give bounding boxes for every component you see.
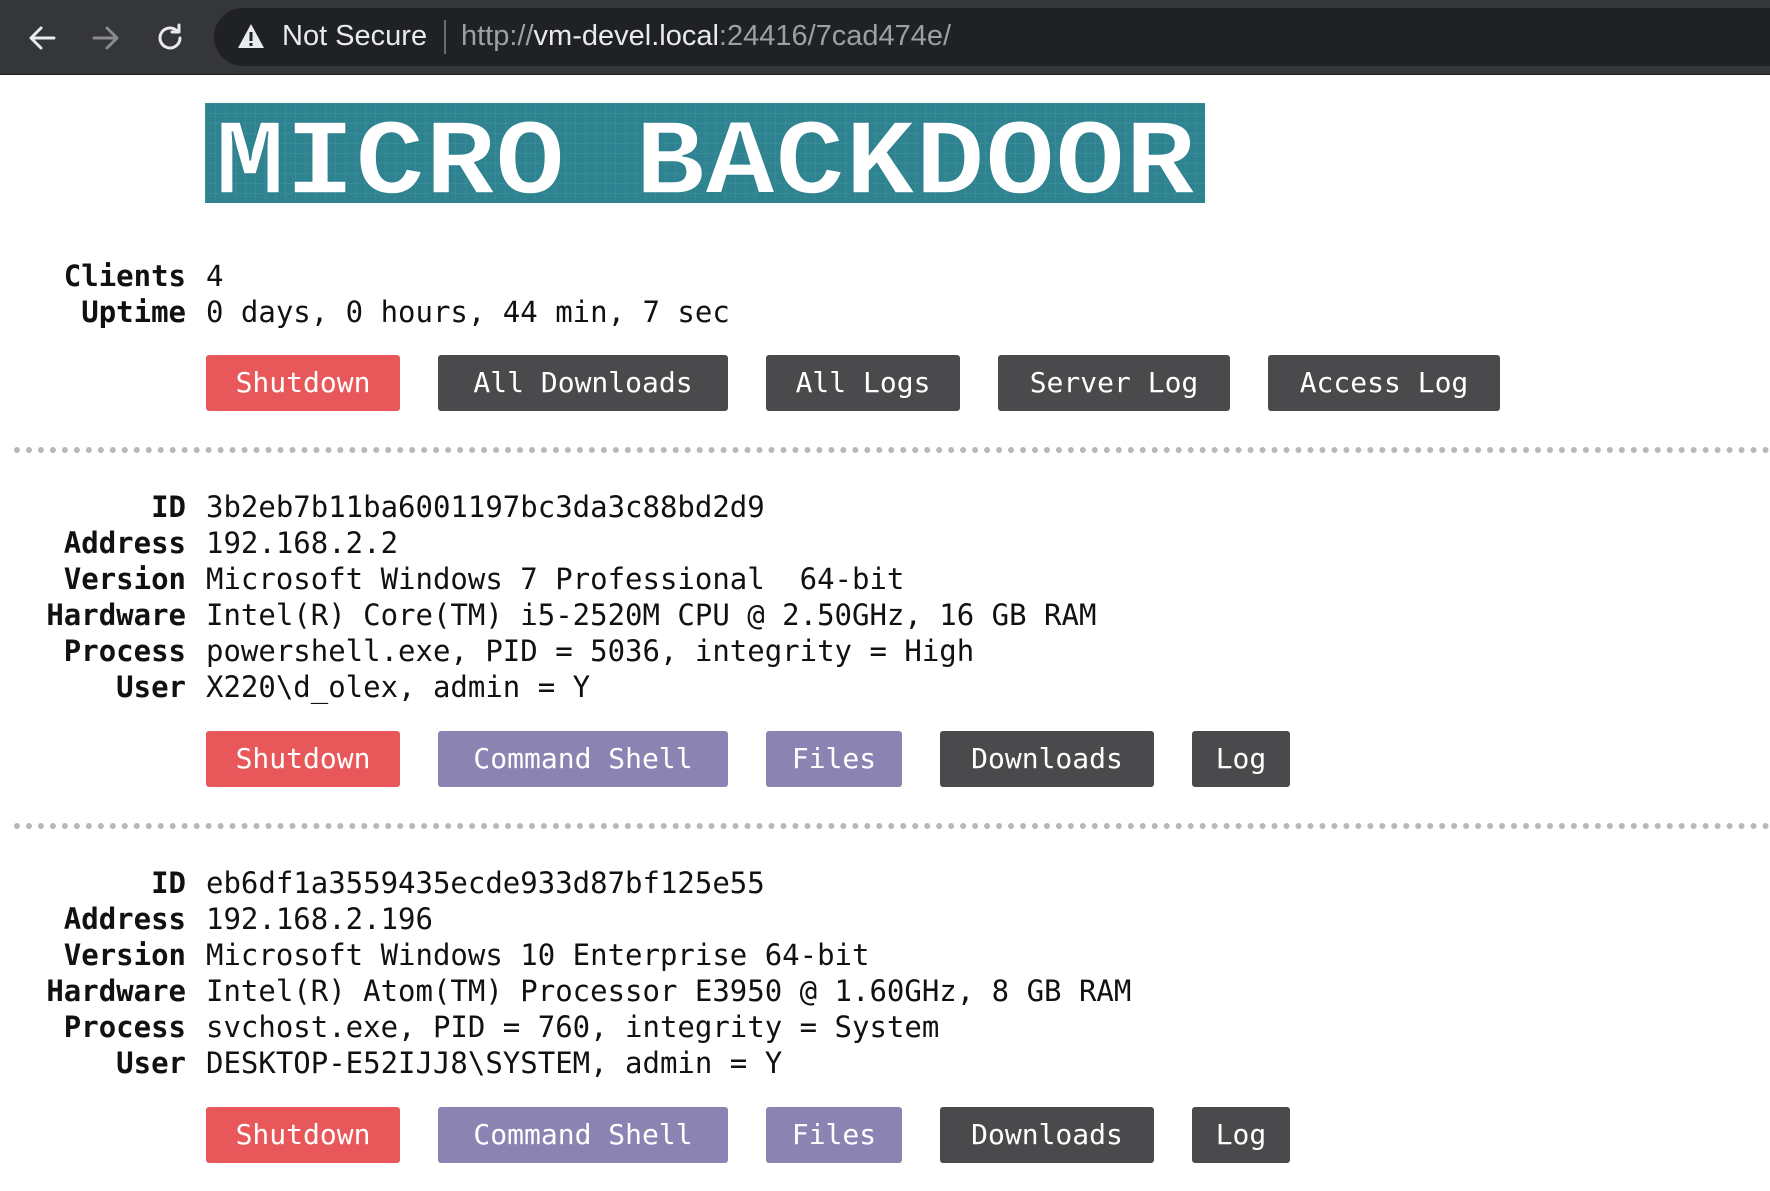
user-label: User	[116, 1046, 186, 1080]
client-version: Microsoft Windows 10 Enterprise 64-bit	[206, 938, 870, 972]
process-label: Process	[63, 1010, 186, 1044]
security-indicator[interactable]: Not Secure	[282, 20, 427, 53]
clients-label: Clients	[63, 259, 186, 293]
client-shutdown-button[interactable]: Shutdown	[206, 1107, 400, 1163]
hardware-label: Hardware	[46, 974, 186, 1008]
client-address: 192.168.2.196	[206, 902, 433, 936]
client-address: 192.168.2.2	[206, 526, 399, 560]
client-address-row: Address 192.168.2.196	[0, 901, 1131, 937]
id-label: ID	[151, 866, 186, 900]
client-version: Microsoft Windows 7 Professional 64-bit	[206, 562, 905, 596]
url-host: vm-devel.local	[533, 20, 719, 52]
client-user-row: User X220\d_olex, admin = Y	[0, 669, 1096, 705]
url-text[interactable]: http://vm-devel.local:24416/7cad474e/	[461, 20, 951, 53]
uptime-row: Uptime 0 days, 0 hours, 44 min, 7 sec	[0, 294, 730, 330]
page-content: MICRO BACKDOOR Clients 4 Uptime 0 days, …	[0, 75, 1770, 1191]
client-hardware: Intel(R) Atom(TM) Processor E3950 @ 1.60…	[206, 974, 1132, 1008]
client-id-row: ID eb6df1a3559435ecde933d87bf125e55	[0, 865, 1131, 901]
forward-button[interactable]	[86, 18, 126, 58]
client-address-row: Address 192.168.2.2	[0, 525, 1096, 561]
downloads-button[interactable]: Downloads	[940, 731, 1154, 787]
client-card: ID eb6df1a3559435ecde933d87bf125e55 Addr…	[0, 865, 1131, 1081]
files-button[interactable]: Files	[766, 731, 902, 787]
server-shutdown-button[interactable]: Shutdown	[206, 355, 400, 411]
id-label: ID	[151, 490, 186, 524]
client-id-row: ID 3b2eb7b11ba6001197bc3da3c88bd2d9	[0, 489, 1096, 525]
client-card: ID 3b2eb7b11ba6001197bc3da3c88bd2d9 Addr…	[0, 489, 1096, 705]
clients-row: Clients 4	[0, 258, 730, 294]
command-shell-button[interactable]: Command Shell	[438, 1107, 728, 1163]
client-id: 3b2eb7b11ba6001197bc3da3c88bd2d9	[206, 490, 765, 524]
all-logs-button[interactable]: All Logs	[766, 355, 960, 411]
address-label: Address	[63, 526, 186, 560]
uptime-label: Uptime	[81, 295, 186, 329]
client-user: X220\d_olex, admin = Y	[206, 670, 591, 704]
client-hardware-row: Hardware Intel(R) Core(TM) i5-2520M CPU …	[0, 597, 1096, 633]
server-info: Clients 4 Uptime 0 days, 0 hours, 44 min…	[0, 258, 730, 330]
client-process: powershell.exe, PID = 5036, integrity = …	[206, 634, 975, 668]
reload-icon	[158, 23, 182, 50]
client-shutdown-button[interactable]: Shutdown	[206, 731, 400, 787]
log-button[interactable]: Log	[1192, 731, 1290, 787]
version-label: Version	[63, 938, 186, 972]
url-scheme: http://	[461, 20, 534, 52]
micro-backdoor-logo: MICRO BACKDOOR	[205, 103, 1205, 203]
user-label: User	[116, 670, 186, 704]
client-process-row: Process powershell.exe, PID = 5036, inte…	[0, 633, 1096, 669]
section-divider	[14, 823, 1770, 829]
log-button[interactable]: Log	[1192, 1107, 1290, 1163]
warning-icon	[238, 24, 264, 48]
clients-value: 4	[206, 259, 224, 293]
access-log-button[interactable]: Access Log	[1268, 355, 1500, 411]
address-separator	[444, 20, 446, 54]
logo-text: MICRO BACKDOOR	[215, 104, 1195, 203]
address-label: Address	[63, 902, 186, 936]
client-hardware: Intel(R) Core(TM) i5-2520M CPU @ 2.50GHz…	[206, 598, 1097, 632]
client-process-row: Process svchost.exe, PID = 760, integrit…	[0, 1009, 1131, 1045]
downloads-button[interactable]: Downloads	[940, 1107, 1154, 1163]
server-log-button[interactable]: Server Log	[998, 355, 1230, 411]
command-shell-button[interactable]: Command Shell	[438, 731, 728, 787]
all-downloads-button[interactable]: All Downloads	[438, 355, 728, 411]
url-path: :24416/7cad474e/	[718, 20, 952, 52]
browser-toolbar: Not Secure http://vm-devel.local:24416/7…	[0, 0, 1770, 75]
section-divider	[14, 447, 1770, 453]
address-bar[interactable]: Not Secure http://vm-devel.local:24416/7…	[214, 8, 1770, 66]
reload-button[interactable]	[150, 18, 190, 58]
client-hardware-row: Hardware Intel(R) Atom(TM) Processor E39…	[0, 973, 1131, 1009]
client-user: DESKTOP-E52IJJ8\SYSTEM, admin = Y	[206, 1046, 783, 1080]
client-user-row: User DESKTOP-E52IJJ8\SYSTEM, admin = Y	[0, 1045, 1131, 1081]
forward-arrow-icon	[92, 26, 119, 50]
version-label: Version	[63, 562, 186, 596]
client-version-row: Version Microsoft Windows 7 Professional…	[0, 561, 1096, 597]
client-version-row: Version Microsoft Windows 10 Enterprise …	[0, 937, 1131, 973]
back-arrow-icon	[29, 26, 56, 50]
hardware-label: Hardware	[46, 598, 186, 632]
process-label: Process	[63, 634, 186, 668]
uptime-value: 0 days, 0 hours, 44 min, 7 sec	[206, 295, 730, 329]
client-process: svchost.exe, PID = 760, integrity = Syst…	[206, 1010, 940, 1044]
files-button[interactable]: Files	[766, 1107, 902, 1163]
back-button[interactable]	[22, 18, 62, 58]
client-id: eb6df1a3559435ecde933d87bf125e55	[206, 866, 765, 900]
